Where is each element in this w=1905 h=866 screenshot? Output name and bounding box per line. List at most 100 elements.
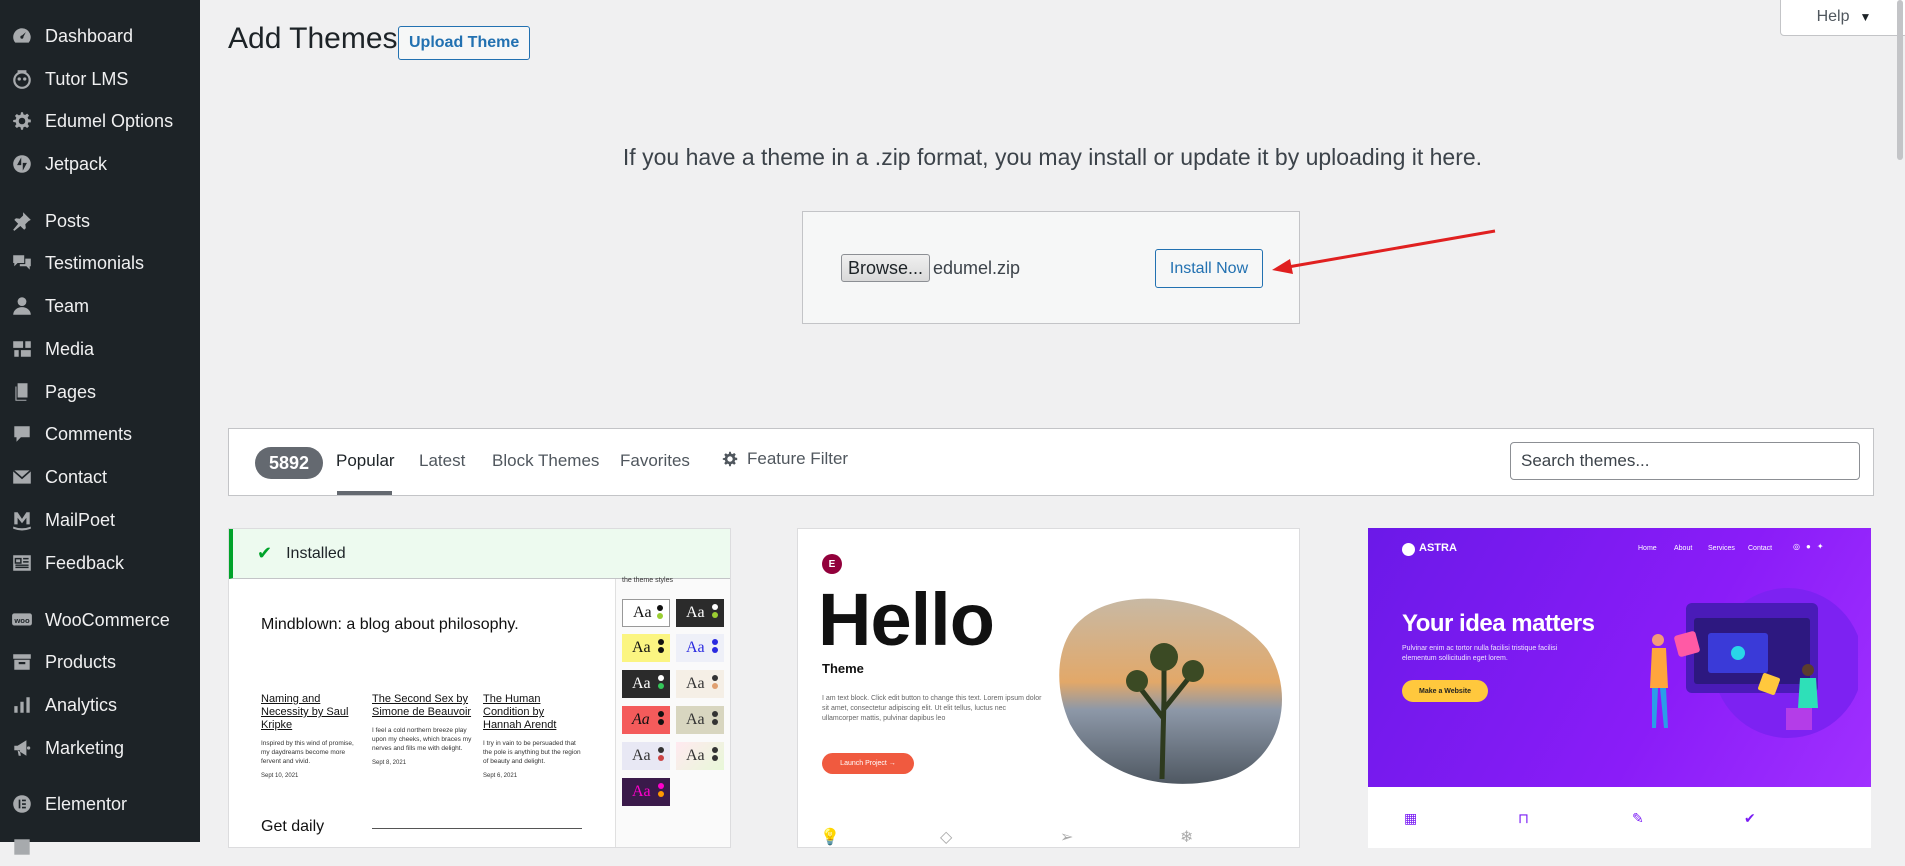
astra-illustration bbox=[1650, 588, 1858, 738]
style-swatch: Aa bbox=[622, 670, 670, 698]
sidebar-item-contact[interactable]: Contact bbox=[0, 458, 200, 496]
diamond-icon: ◇ bbox=[940, 829, 953, 846]
sidebar-item-label: Pages bbox=[45, 381, 97, 402]
swatch-label: Aa bbox=[686, 639, 705, 656]
send-icon: ➢ bbox=[1060, 829, 1074, 846]
installed-label: Installed bbox=[286, 544, 346, 562]
astra-cta-button: Make a Website bbox=[1402, 680, 1488, 702]
post-date: Sept 6, 2021 bbox=[483, 773, 518, 779]
sidebar-item-dashboard[interactable]: Dashboard bbox=[0, 17, 200, 55]
sidebar-item-label: MailPoet bbox=[45, 509, 116, 530]
sidebar-item-label: Jetpack bbox=[45, 153, 108, 174]
swatch-label: Aa bbox=[632, 783, 651, 800]
tutor-icon bbox=[10, 67, 34, 91]
post-excerpt: I try in vain to be persuaded that the p… bbox=[483, 740, 581, 765]
dashboard-icon bbox=[10, 24, 34, 48]
tab-favorites[interactable]: Favorites bbox=[620, 451, 690, 471]
style-swatch: Aa bbox=[622, 599, 670, 627]
snowflake-icon: ❄ bbox=[1180, 829, 1194, 846]
jetpack-icon bbox=[10, 152, 34, 176]
sidebar-item-jetpack[interactable]: Jetpack bbox=[0, 145, 200, 183]
swatch-label: Aa bbox=[632, 675, 651, 692]
sidebar-item-analytics[interactable]: Analytics bbox=[0, 686, 200, 724]
style-variations-panel: the theme styles Aa Aa Aa Aa Aa Aa Aa Aa… bbox=[615, 577, 730, 847]
page-scrollbar[interactable] bbox=[1897, 0, 1903, 160]
swatch-label: Aa bbox=[686, 675, 705, 692]
tab-latest[interactable]: Latest bbox=[419, 451, 465, 471]
media-icon bbox=[10, 337, 34, 361]
sidebar-item-templates[interactable] bbox=[0, 828, 200, 866]
sidebar-item-label: Marketing bbox=[45, 737, 125, 758]
style-swatch: Aa bbox=[622, 742, 670, 770]
feature-filter-button[interactable]: Feature Filter bbox=[721, 449, 848, 469]
astra-feature-icons: ▦ ⊓ ✎ ✔ bbox=[1368, 810, 1871, 830]
sidebar-item-pages[interactable]: Pages bbox=[0, 373, 200, 411]
sidebar-item-label: Posts bbox=[45, 210, 91, 231]
tab-block-themes[interactable]: Block Themes bbox=[492, 451, 599, 471]
screenshot-divider bbox=[372, 828, 582, 829]
tab-popular[interactable]: Popular bbox=[336, 451, 395, 471]
sidebar-item-products[interactable]: Products bbox=[0, 643, 200, 681]
sidebar-item-media[interactable]: Media bbox=[0, 330, 200, 368]
upload-description: If you have a theme in a .zip format, yo… bbox=[622, 144, 1483, 170]
hello-launch-button: Launch Project → bbox=[822, 753, 914, 774]
post-date: Sept 10, 2021 bbox=[261, 773, 299, 779]
screenshot-post-3: The Human Condition by Hannah Arendt I t… bbox=[483, 693, 583, 779]
sidebar-item-edumel-options[interactable]: Edumel Options bbox=[0, 102, 200, 140]
astra-headline: Your idea matters bbox=[1402, 610, 1595, 637]
screenshot-footer-heading: Get daily bbox=[261, 818, 325, 835]
theme-card-installed[interactable]: ✔ Installed Mindblown: a blog about phil… bbox=[228, 528, 731, 848]
sidebar-item-team[interactable]: Team bbox=[0, 287, 200, 325]
sidebar-item-elementor[interactable]: Elementor bbox=[0, 785, 200, 823]
astra-hero: ASTRA Home About Services Contact ◎●✦ Yo… bbox=[1368, 528, 1871, 787]
post-title: The Second Sex by Simone de Beauvoir bbox=[372, 693, 472, 718]
search-themes-input[interactable] bbox=[1510, 442, 1860, 480]
install-now-button[interactable]: Install Now bbox=[1155, 249, 1263, 288]
sidebar-item-label: Products bbox=[45, 651, 117, 672]
theme-card-astra[interactable]: ASTRA Home About Services Contact ◎●✦ Yo… bbox=[1368, 528, 1871, 848]
comment-icon bbox=[10, 422, 34, 446]
woo-icon: woo bbox=[10, 608, 34, 632]
svg-text:woo: woo bbox=[13, 616, 30, 625]
sidebar-item-mailpoet[interactable]: MailPoet bbox=[0, 501, 200, 539]
sidebar-item-label: Media bbox=[45, 338, 95, 359]
sidebar-item-feedback[interactable]: Feedback bbox=[0, 544, 200, 582]
hello-feature-icons: 💡 ◇ ➢ ❄ bbox=[798, 827, 1299, 847]
sidebar-item-woocommerce[interactable]: woo WooCommerce bbox=[0, 601, 200, 639]
styles-caption: the theme styles bbox=[622, 577, 673, 584]
user-icon bbox=[10, 294, 34, 318]
annotation-arrow bbox=[1272, 229, 1496, 274]
selected-file-name: edumel.zip bbox=[933, 258, 1021, 278]
chart-icon bbox=[10, 693, 34, 717]
sidebar-item-tutor-lms[interactable]: Tutor LMS bbox=[0, 60, 200, 98]
sidebar-item-posts[interactable]: Posts bbox=[0, 202, 200, 240]
swatch-label: Aa bbox=[632, 639, 651, 656]
post-date: Sept 8, 2021 bbox=[372, 760, 407, 766]
post-title: Naming and Necessity by Saul Kripke bbox=[261, 693, 349, 731]
upload-theme-button[interactable]: Upload Theme bbox=[398, 26, 531, 60]
active-tab-indicator bbox=[337, 491, 392, 495]
style-swatch: Aa bbox=[676, 742, 724, 770]
sidebar-item-testimonials[interactable]: Testimonials bbox=[0, 244, 200, 282]
edit-icon: ✎ bbox=[1632, 810, 1644, 826]
pin-icon bbox=[10, 209, 34, 233]
help-tab-button[interactable]: Help ▼ bbox=[1780, 0, 1905, 36]
style-swatch: Aa bbox=[676, 634, 724, 662]
sidebar-item-label: Tutor LMS bbox=[45, 68, 129, 89]
astra-nav-services: Services bbox=[1708, 545, 1735, 552]
swatch-label: Aa bbox=[632, 747, 651, 764]
style-swatch: Aa bbox=[622, 706, 670, 734]
astra-nav-about: About bbox=[1674, 545, 1693, 552]
checkmark-icon: ✔ bbox=[257, 543, 273, 563]
sidebar-item-label: Comments bbox=[45, 423, 133, 444]
theme-card-hello[interactable]: E Hello Theme I am text block. Click edi… bbox=[797, 528, 1300, 848]
sidebar-item-marketing[interactable]: Marketing bbox=[0, 729, 200, 767]
astra-logo-icon bbox=[1402, 543, 1415, 556]
sidebar-item-comments[interactable]: Comments bbox=[0, 415, 200, 453]
browse-button[interactable]: Browse... bbox=[841, 254, 931, 282]
screenshot-blog-heading: Mindblown: a blog about philosophy. bbox=[261, 616, 519, 633]
megaphone-icon bbox=[10, 736, 34, 760]
style-swatch: Aa bbox=[622, 634, 670, 662]
style-swatch: Aa bbox=[676, 599, 724, 627]
installed-notice: ✔ Installed bbox=[229, 529, 730, 579]
